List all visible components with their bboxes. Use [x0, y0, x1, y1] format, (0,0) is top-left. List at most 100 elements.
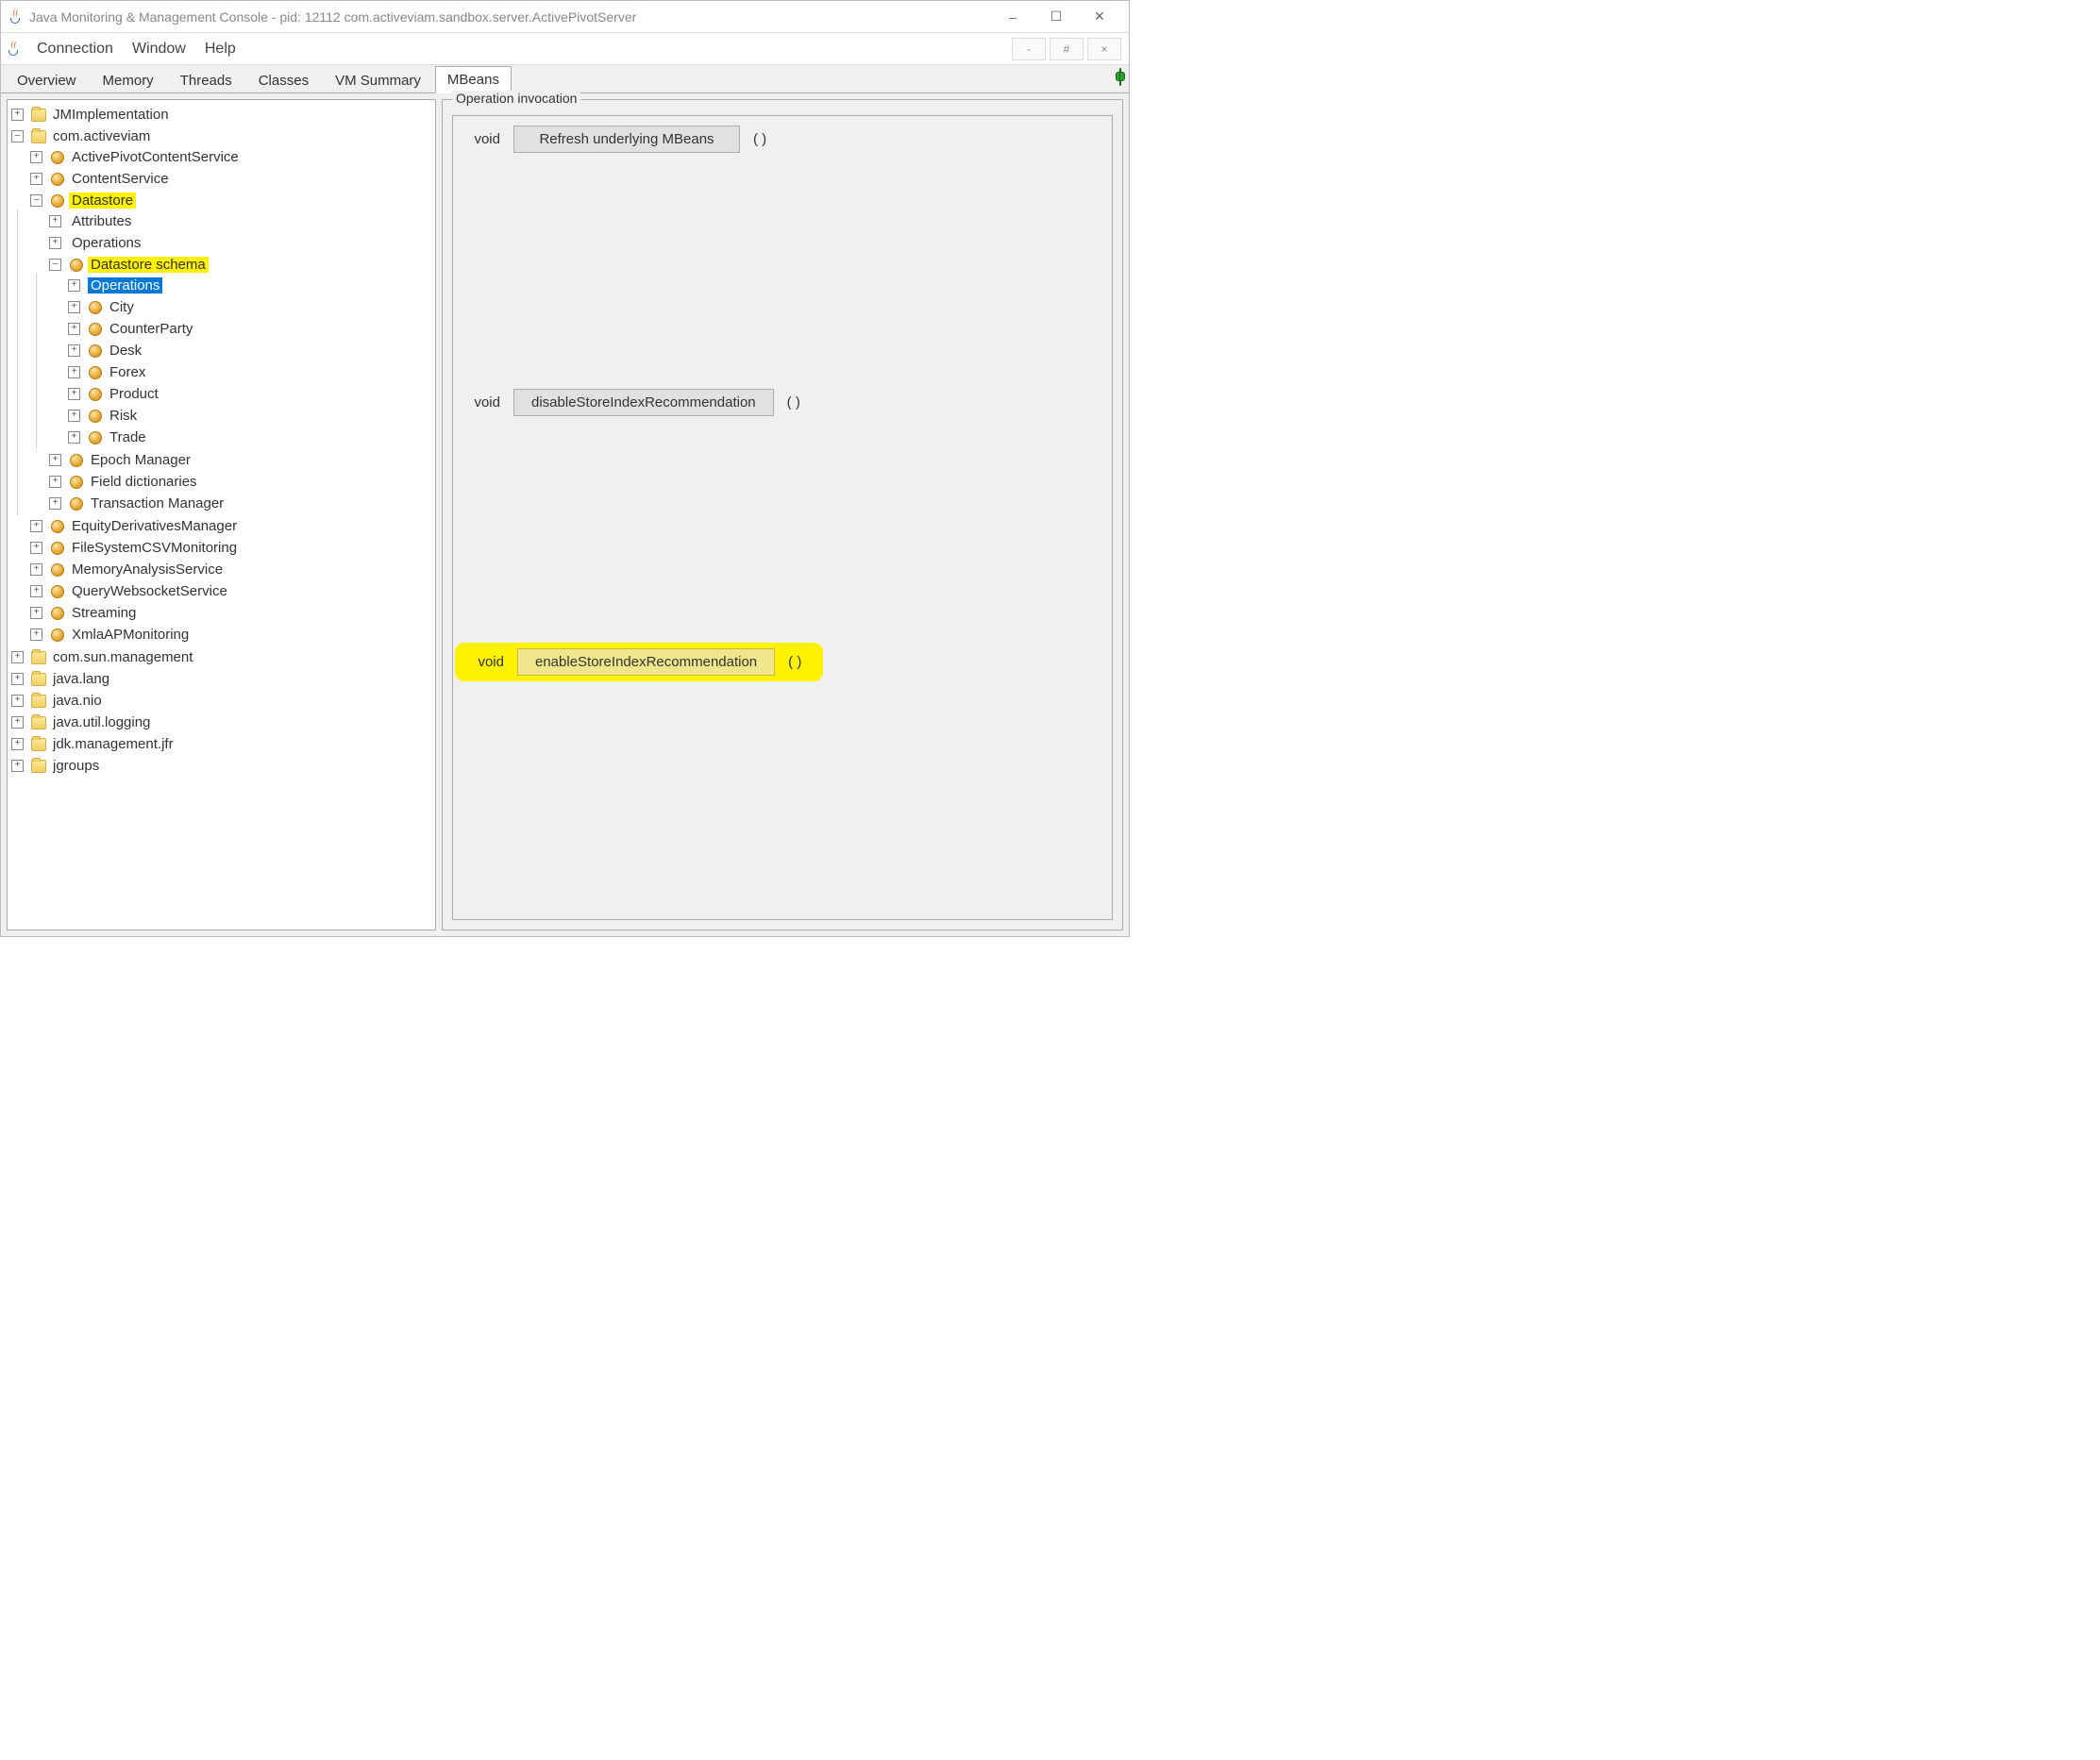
expand-toggle[interactable]: –	[11, 130, 24, 142]
invoke-refresh-button[interactable]: Refresh underlying MBeans	[513, 126, 740, 153]
menu-help[interactable]: Help	[195, 37, 245, 61]
operation-invocation-fieldset: Operation invocation void Refresh underl…	[442, 99, 1123, 930]
expand-toggle[interactable]: +	[49, 237, 61, 249]
tab-memory[interactable]: Memory	[91, 67, 166, 93]
mbean-tree[interactable]: + JMImplementation – com.activeviam + Activ…	[7, 99, 436, 930]
expand-toggle[interactable]: +	[68, 410, 80, 422]
expand-toggle[interactable]: +	[49, 497, 61, 510]
tree-node-datastore-schema[interactable]: Datastore schema	[88, 257, 209, 273]
expand-toggle[interactable]: +	[11, 651, 24, 663]
tree-node[interactable]: CounterParty	[107, 321, 195, 337]
tree-node[interactable]: EquityDerivativesManager	[69, 518, 240, 534]
tree-node[interactable]: java.util.logging	[50, 714, 153, 730]
expand-toggle[interactable]: +	[30, 151, 42, 163]
expand-toggle[interactable]: –	[30, 194, 42, 207]
tree-node[interactable]: Trade	[107, 429, 149, 445]
bean-icon	[50, 562, 65, 578]
expand-toggle[interactable]: –	[49, 259, 61, 271]
tree-node-operations[interactable]: Operations	[88, 277, 162, 293]
tree-node[interactable]: Field dictionaries	[88, 474, 200, 490]
menu-connection[interactable]: Connection	[27, 37, 123, 61]
expand-toggle[interactable]: +	[30, 585, 42, 597]
bean-icon	[88, 344, 103, 359]
tree-node[interactable]: Forex	[107, 364, 148, 380]
expand-toggle[interactable]: +	[68, 301, 80, 313]
tool-restore-button[interactable]: #	[1050, 38, 1084, 60]
tab-mbeans[interactable]: MBeans	[435, 66, 512, 93]
tree-node[interactable]: com.activeviam	[50, 128, 153, 144]
tree-node[interactable]: Transaction Manager	[88, 495, 227, 511]
tab-classes[interactable]: Classes	[246, 67, 321, 93]
tree-node[interactable]: jgroups	[50, 758, 102, 774]
bean-icon	[50, 193, 65, 209]
bean-icon	[50, 606, 65, 621]
bean-icon	[88, 365, 103, 380]
expand-toggle[interactable]: +	[30, 520, 42, 532]
tool-minimize-button[interactable]: -	[1012, 38, 1046, 60]
menu-window[interactable]: Window	[123, 37, 195, 61]
tree-node[interactable]: City	[107, 299, 137, 315]
window-controls: – ☐ ✕	[991, 2, 1121, 32]
expand-toggle[interactable]: +	[68, 431, 80, 444]
tree-node[interactable]: Desk	[107, 343, 144, 359]
expand-toggle[interactable]: +	[11, 716, 24, 729]
expand-toggle[interactable]: +	[11, 760, 24, 772]
tree-node[interactable]: Epoch Manager	[88, 452, 193, 468]
tree-node[interactable]: Operations	[69, 235, 143, 251]
expand-toggle[interactable]: +	[49, 454, 61, 466]
expand-toggle[interactable]: +	[11, 695, 24, 707]
tree-node[interactable]: Streaming	[69, 605, 139, 621]
expand-toggle[interactable]: +	[68, 366, 80, 378]
tree-node[interactable]: Attributes	[69, 213, 134, 229]
bean-icon	[50, 541, 65, 556]
expand-toggle[interactable]: +	[68, 344, 80, 357]
tree-node[interactable]: JMImplementation	[50, 107, 172, 123]
expand-toggle[interactable]: +	[49, 215, 61, 227]
minimize-button[interactable]: –	[991, 2, 1034, 32]
tree-node[interactable]: Product	[107, 386, 161, 402]
folder-icon	[31, 129, 46, 144]
tree-node[interactable]: java.nio	[50, 693, 105, 709]
bean-icon	[50, 519, 65, 534]
expand-toggle[interactable]: +	[30, 563, 42, 576]
invoke-enable-button[interactable]: enableStoreIndexRecommendation	[517, 648, 775, 676]
expand-toggle[interactable]: +	[68, 279, 80, 292]
tree-node[interactable]: java.lang	[50, 671, 112, 687]
tree-node-datastore[interactable]: Datastore	[69, 193, 136, 209]
expand-toggle[interactable]: +	[11, 109, 24, 121]
close-button[interactable]: ✕	[1078, 2, 1121, 32]
window-title: Java Monitoring & Management Console - p…	[29, 9, 991, 25]
return-type: void	[462, 131, 500, 147]
expand-toggle[interactable]: +	[30, 542, 42, 554]
folder-icon	[31, 737, 46, 752]
tree-node[interactable]: XmlaAPMonitoring	[69, 627, 192, 643]
tree-node[interactable]: ContentService	[69, 171, 172, 187]
bean-icon	[69, 453, 84, 468]
tree-node[interactable]: QueryWebsocketService	[69, 583, 230, 599]
bean-icon	[50, 150, 65, 165]
expand-toggle[interactable]: +	[49, 476, 61, 488]
tab-vm-summary[interactable]: VM Summary	[323, 67, 433, 93]
expand-toggle[interactable]: +	[30, 629, 42, 641]
maximize-button[interactable]: ☐	[1034, 2, 1078, 32]
tab-threads[interactable]: Threads	[168, 67, 244, 93]
bean-icon	[88, 300, 103, 315]
folder-icon	[31, 650, 46, 665]
tree-node[interactable]: jdk.management.jfr	[50, 736, 176, 752]
expand-toggle[interactable]: +	[30, 607, 42, 619]
expand-toggle[interactable]: +	[11, 673, 24, 685]
tree-node[interactable]: com.sun.management	[50, 649, 195, 665]
tree-node[interactable]: ActivePivotContentService	[69, 149, 242, 165]
expand-toggle[interactable]: +	[68, 388, 80, 400]
expand-toggle[interactable]: +	[11, 738, 24, 750]
expand-toggle[interactable]: +	[68, 323, 80, 335]
tab-overview[interactable]: Overview	[5, 67, 89, 93]
folder-icon	[31, 759, 46, 774]
tree-node[interactable]: Risk	[107, 408, 140, 424]
tree-node[interactable]: FileSystemCSVMonitoring	[69, 540, 240, 556]
tool-close-button[interactable]: ×	[1087, 38, 1121, 60]
tree-node[interactable]: MemoryAnalysisService	[69, 562, 226, 578]
params: ( )	[753, 131, 766, 147]
invoke-disable-button[interactable]: disableStoreIndexRecommendation	[513, 389, 774, 416]
expand-toggle[interactable]: +	[30, 173, 42, 185]
